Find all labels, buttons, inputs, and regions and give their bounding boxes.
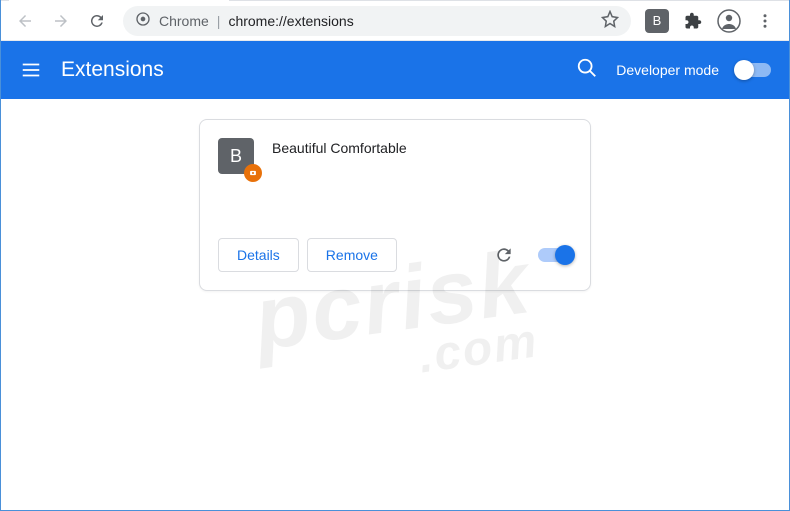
details-button[interactable]: Details — [218, 238, 299, 272]
extension-icon: B — [218, 138, 254, 174]
tab-strip: Extensions — [1, 0, 789, 1]
back-button[interactable] — [9, 5, 41, 37]
chrome-icon — [135, 11, 151, 30]
remove-button[interactable]: Remove — [307, 238, 397, 272]
bookmark-star-icon[interactable] — [601, 10, 619, 31]
url-text: chrome://extensions — [228, 13, 353, 29]
forward-button[interactable] — [45, 5, 77, 37]
extension-badge[interactable]: B — [641, 5, 673, 37]
extension-error-badge-icon — [244, 164, 262, 182]
menu-hamburger-icon[interactable] — [19, 58, 43, 82]
extension-enable-toggle[interactable] — [538, 248, 572, 262]
reload-extension-icon[interactable] — [490, 241, 518, 269]
browser-tab[interactable]: Extensions — [9, 0, 229, 1]
extension-name: Beautiful Comfortable — [272, 138, 407, 228]
address-bar[interactable]: Chrome | chrome://extensions — [123, 6, 631, 36]
browser-toolbar: Chrome | chrome://extensions B — [1, 1, 789, 41]
extension-card: B Beautiful Comfortable Details Remove — [199, 119, 591, 291]
reload-button[interactable] — [81, 5, 113, 37]
extensions-puzzle-icon[interactable] — [677, 5, 709, 37]
url-scheme: Chrome — [159, 13, 209, 29]
extensions-header: Extensions Developer mode — [1, 41, 789, 99]
page-title: Extensions — [61, 58, 164, 82]
kebab-menu-icon[interactable] — [749, 5, 781, 37]
window-controls — [654, 0, 789, 1]
content-area: pcrisk.com B Beautiful Comfortable Detai… — [1, 99, 789, 510]
profile-avatar-icon[interactable] — [713, 5, 745, 37]
url-divider: | — [217, 13, 221, 29]
developer-mode-toggle[interactable] — [737, 63, 771, 77]
search-icon[interactable] — [576, 57, 598, 84]
developer-mode-label: Developer mode — [616, 62, 719, 78]
